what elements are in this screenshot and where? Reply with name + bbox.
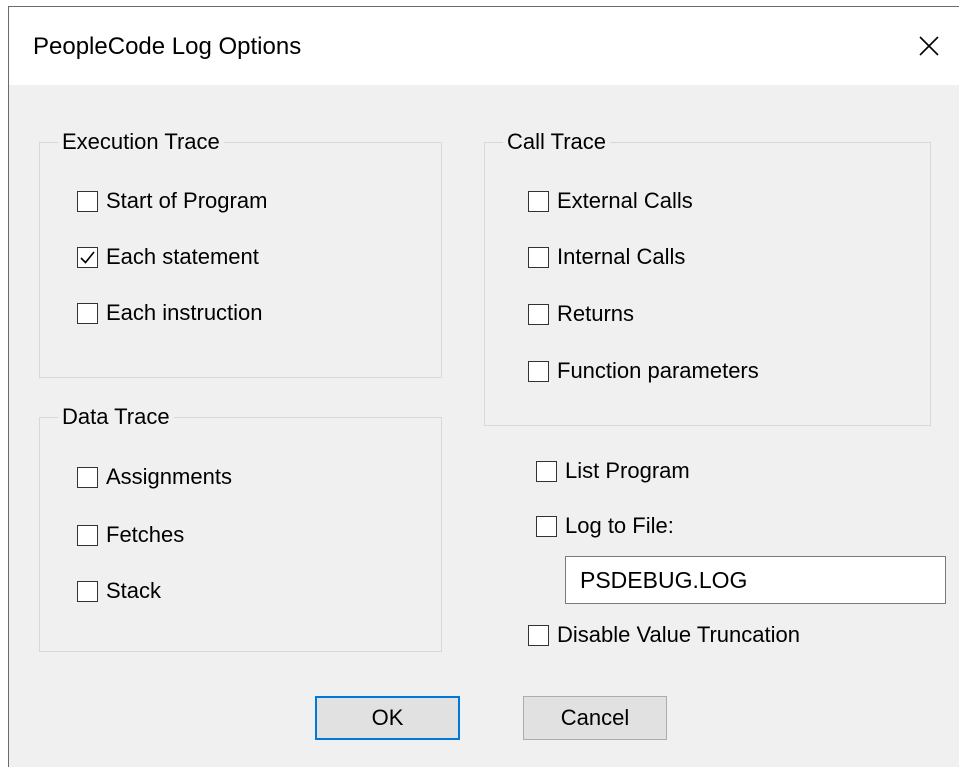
checkbox-box bbox=[528, 190, 549, 212]
checkbox-label: External Calls bbox=[557, 188, 693, 213]
checkbox-label: Returns bbox=[557, 301, 635, 326]
checkbox-box bbox=[77, 302, 98, 324]
function-parameters-checkbox[interactable]: Function parameters bbox=[528, 356, 759, 386]
checkbox-label: Assignments bbox=[106, 464, 232, 489]
checkbox-box bbox=[77, 580, 98, 602]
close-button[interactable] bbox=[899, 7, 959, 85]
fetches-checkbox[interactable]: Fetches bbox=[77, 520, 184, 550]
close-icon bbox=[919, 36, 939, 56]
data-trace-legend: Data Trace bbox=[58, 401, 174, 433]
checkbox-label: Internal Calls bbox=[557, 244, 686, 269]
checkbox-label: Start of Program bbox=[106, 188, 268, 213]
call-trace-legend: Call Trace bbox=[503, 126, 611, 158]
log-file-name-input[interactable] bbox=[565, 556, 946, 604]
start-of-program-checkbox[interactable]: Start of Program bbox=[77, 186, 267, 216]
checkbox-label: Disable Value Truncation bbox=[557, 622, 800, 647]
ok-button[interactable]: OK bbox=[315, 696, 460, 740]
title-bar: PeopleCode Log Options bbox=[9, 7, 959, 85]
checkbox-box bbox=[77, 246, 98, 268]
checkbox-label: Each statement bbox=[106, 244, 259, 269]
stack-checkbox[interactable]: Stack bbox=[77, 576, 161, 606]
checkbox-label: Log to File: bbox=[565, 513, 674, 538]
checkbox-box bbox=[528, 303, 549, 325]
checkbox-box bbox=[536, 460, 557, 482]
checkbox-box bbox=[77, 466, 98, 488]
checkbox-label: Each instruction bbox=[106, 300, 263, 325]
external-calls-checkbox[interactable]: External Calls bbox=[528, 186, 693, 216]
each-instruction-checkbox[interactable]: Each instruction bbox=[77, 298, 263, 328]
internal-calls-checkbox[interactable]: Internal Calls bbox=[528, 242, 685, 272]
checkbox-label: Function parameters bbox=[557, 358, 759, 383]
checkbox-box bbox=[528, 360, 549, 382]
assignments-checkbox[interactable]: Assignments bbox=[77, 462, 232, 492]
dialog-window: PeopleCode Log Options Execution Trace S… bbox=[8, 6, 959, 767]
list-program-checkbox[interactable]: List Program bbox=[536, 456, 690, 486]
cancel-button-label: Cancel bbox=[560, 705, 630, 730]
checkbox-label: Stack bbox=[106, 578, 162, 603]
execution-trace-legend: Execution Trace bbox=[58, 126, 224, 158]
checkbox-box bbox=[536, 515, 557, 537]
checkbox-label: Fetches bbox=[106, 522, 185, 547]
returns-checkbox[interactable]: Returns bbox=[528, 299, 634, 329]
checkmark-icon bbox=[80, 250, 95, 264]
checkbox-box bbox=[77, 524, 98, 546]
disable-value-truncation-checkbox[interactable]: Disable Value Truncation bbox=[528, 620, 800, 650]
dialog-title: PeopleCode Log Options bbox=[33, 33, 302, 60]
cancel-button[interactable]: Cancel bbox=[523, 696, 667, 740]
ok-button-label: OK bbox=[371, 705, 404, 730]
checkbox-box bbox=[528, 246, 549, 268]
checkbox-box bbox=[77, 190, 98, 212]
each-statement-checkbox[interactable]: Each statement bbox=[77, 242, 259, 272]
checkbox-label: List Program bbox=[565, 458, 690, 483]
checkbox-box bbox=[528, 624, 549, 646]
log-to-file-checkbox[interactable]: Log to File: bbox=[536, 511, 674, 541]
